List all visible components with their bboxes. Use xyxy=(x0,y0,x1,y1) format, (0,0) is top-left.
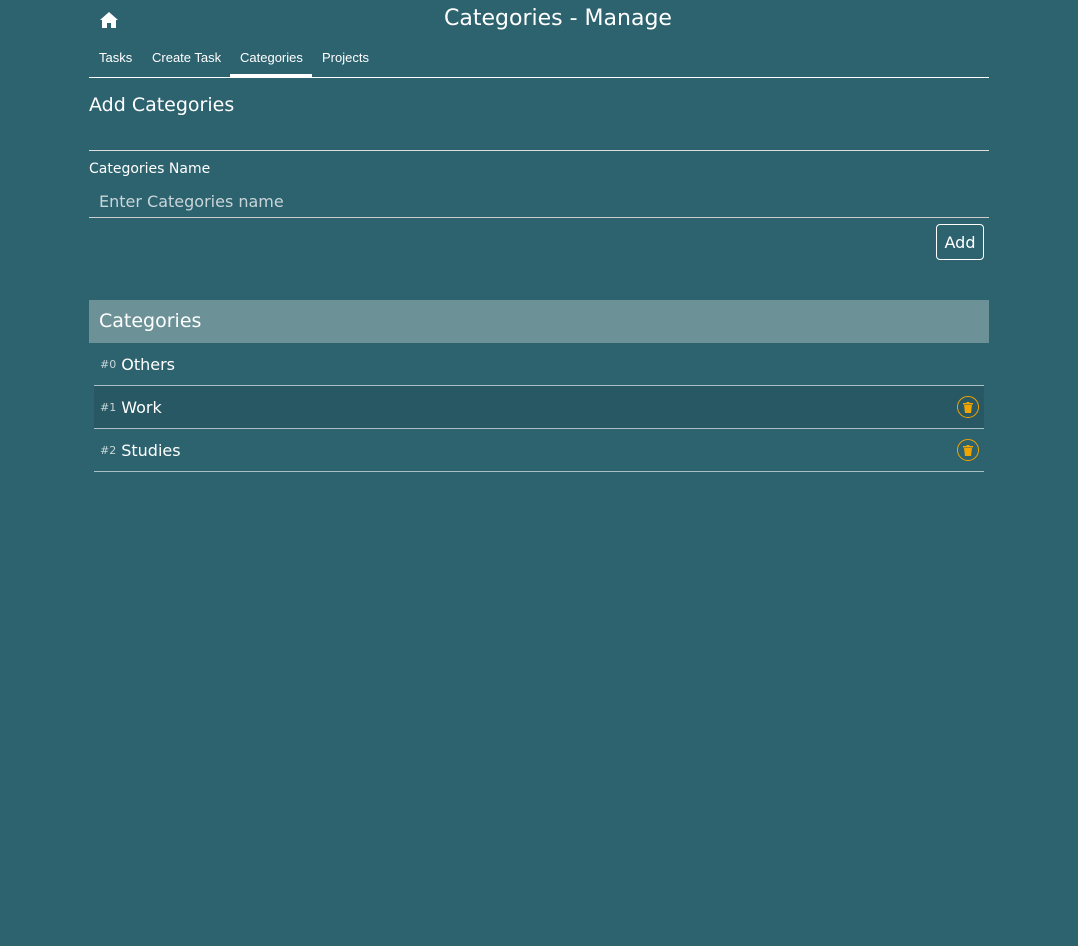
trash-icon[interactable] xyxy=(957,439,979,461)
tab-create-task[interactable]: Create Task xyxy=(142,50,231,77)
divider xyxy=(89,150,989,151)
tab-projects[interactable]: Projects xyxy=(312,50,379,77)
item-name: Studies xyxy=(121,440,181,460)
list-item: #1 Work xyxy=(94,386,984,429)
item-number: #1 xyxy=(100,400,117,414)
item-number: #0 xyxy=(100,357,117,371)
tab-tasks[interactable]: Tasks xyxy=(89,50,142,77)
item-name: Work xyxy=(121,397,162,417)
item-number: #2 xyxy=(100,443,117,457)
categories-name-input[interactable] xyxy=(89,186,989,218)
tab-categories[interactable]: Categories xyxy=(230,50,312,77)
item-name: Others xyxy=(121,354,175,374)
categories-list: #0 Others #1 Work #2 Studies xyxy=(94,343,984,472)
categories-name-label: Categories Name xyxy=(89,161,211,177)
list-item: #0 Others xyxy=(94,343,984,386)
categories-list-header: Categories xyxy=(89,300,989,343)
trash-icon[interactable] xyxy=(957,396,979,418)
add-categories-heading: Add Categories xyxy=(89,94,235,116)
nav-tabs: Tasks Create Task Categories Projects xyxy=(89,44,989,78)
add-button[interactable]: Add xyxy=(936,224,984,260)
list-item: #2 Studies xyxy=(94,429,984,472)
page-title: Categories - Manage xyxy=(444,6,672,31)
